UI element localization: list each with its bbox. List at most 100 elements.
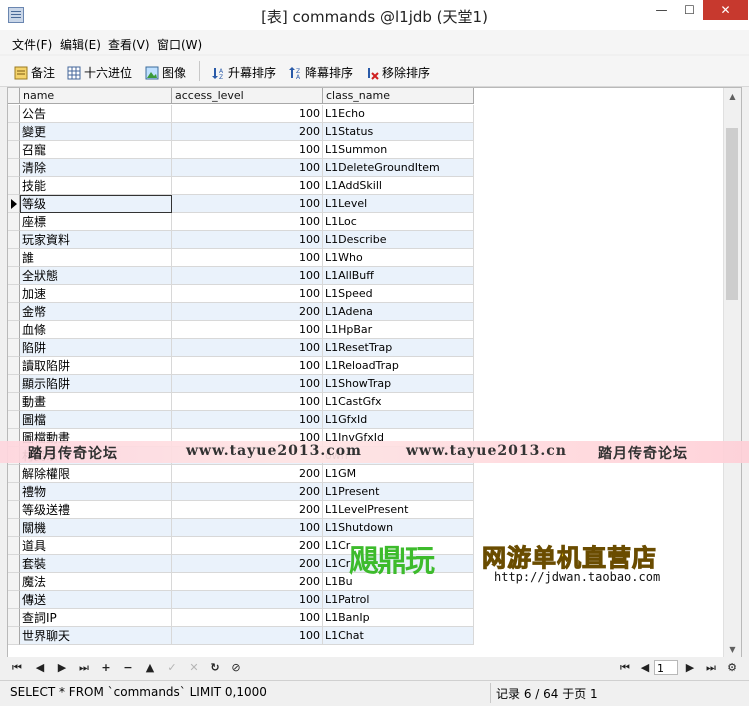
table-row[interactable]: 召寵 100 L1Summon: [8, 141, 474, 159]
table-row[interactable]: 讀取陷阱 100 L1ReloadTrap: [8, 357, 474, 375]
cell-name[interactable]: 道具: [20, 537, 172, 555]
table-row[interactable]: 世界聊天 100 L1Chat: [8, 627, 474, 645]
add-record-icon[interactable]: +: [99, 661, 113, 674]
cell-access-level[interactable]: 100: [172, 375, 323, 393]
row-indicator[interactable]: [8, 267, 20, 285]
row-indicator[interactable]: [8, 501, 20, 519]
minimize-button[interactable]: —: [648, 0, 675, 20]
apply-check-icon[interactable]: ✓: [165, 661, 179, 674]
prev-page-icon[interactable]: ◀: [638, 661, 652, 674]
row-indicator[interactable]: [8, 213, 20, 231]
cell-class-name[interactable]: L1GfxId: [323, 411, 474, 429]
maximize-button[interactable]: ☐: [676, 0, 703, 20]
row-indicator[interactable]: [8, 123, 20, 141]
cell-access-level[interactable]: 100: [172, 249, 323, 267]
table-row[interactable]: 加速 100 L1Speed: [8, 285, 474, 303]
cell-class-name[interactable]: L1AllBuff: [323, 267, 474, 285]
last-record-icon[interactable]: ⏭: [77, 661, 91, 675]
cell-access-level[interactable]: 100: [172, 393, 323, 411]
table-row[interactable]: 誰 100 L1Who: [8, 249, 474, 267]
table-row[interactable]: 等级 100 L1Level: [8, 195, 474, 213]
up-icon[interactable]: ▲: [143, 661, 157, 674]
table-row[interactable]: 顯示陷阱 100 L1ShowTrap: [8, 375, 474, 393]
table-row[interactable]: 玩家資料 100 L1Describe: [8, 231, 474, 249]
column-header-class-name[interactable]: class_name: [323, 88, 474, 104]
cell-class-name[interactable]: L1Present: [323, 483, 474, 501]
refresh-icon[interactable]: ↻: [208, 661, 222, 674]
cell-class-name[interactable]: L1DeleteGroundItem: [323, 159, 474, 177]
cell-class-name[interactable]: L1AddSkill: [323, 177, 474, 195]
cell-access-level[interactable]: 100: [172, 519, 323, 537]
cell-access-level[interactable]: 100: [172, 195, 323, 213]
cell-name[interactable]: 公告: [20, 105, 172, 123]
cell-class-name[interactable]: L1ShowTrap: [323, 375, 474, 393]
column-header-name[interactable]: name: [20, 88, 172, 104]
row-indicator[interactable]: [8, 627, 20, 645]
table-row[interactable]: 清除 100 L1DeleteGroundItem: [8, 159, 474, 177]
stop-icon[interactable]: ⊘: [229, 661, 243, 674]
cell-name[interactable]: 關機: [20, 519, 172, 537]
cell-access-level[interactable]: 200: [172, 303, 323, 321]
row-indicator[interactable]: [8, 177, 20, 195]
cell-name[interactable]: 魔法: [20, 573, 172, 591]
cell-access-level[interactable]: 100: [172, 609, 323, 627]
row-indicator[interactable]: [8, 573, 20, 591]
menu-file[interactable]: 文件(F): [12, 36, 52, 53]
cell-access-level[interactable]: 200: [172, 573, 323, 591]
table-row[interactable]: 血條 100 L1HpBar: [8, 321, 474, 339]
cell-name[interactable]: 清除: [20, 159, 172, 177]
settings-icon[interactable]: ⚙: [725, 661, 739, 674]
cell-class-name[interactable]: L1ResetTrap: [323, 339, 474, 357]
row-indicator[interactable]: [8, 285, 20, 303]
cell-class-name[interactable]: L1Loc: [323, 213, 474, 231]
delete-record-icon[interactable]: −: [121, 661, 135, 674]
table-row[interactable]: 傳送 100 L1Patrol: [8, 591, 474, 609]
cell-access-level[interactable]: 100: [172, 411, 323, 429]
table-row[interactable]: 等级送禮 200 L1LevelPresent: [8, 501, 474, 519]
cell-name[interactable]: 套裝: [20, 555, 172, 573]
cell-access-level[interactable]: 100: [172, 231, 323, 249]
menu-edit[interactable]: 编辑(E): [60, 36, 101, 53]
cell-access-level[interactable]: 100: [172, 159, 323, 177]
cell-name[interactable]: 陷阱: [20, 339, 172, 357]
cell-name[interactable]: 玩家資料: [20, 231, 172, 249]
cell-class-name[interactable]: L1Summon: [323, 141, 474, 159]
cell-access-level[interactable]: 200: [172, 123, 323, 141]
sort-desc-button[interactable]: ZA 降幕排序: [288, 64, 353, 81]
cell-class-name[interactable]: L1Patrol: [323, 591, 474, 609]
cell-class-name[interactable]: L1Who: [323, 249, 474, 267]
cell-class-name[interactable]: L1Status: [323, 123, 474, 141]
cell-name[interactable]: 傳送: [20, 591, 172, 609]
cell-name[interactable]: 誰: [20, 249, 172, 267]
table-row[interactable]: 公告 100 L1Echo: [8, 105, 474, 123]
table-row[interactable]: 動畫 100 L1CastGfx: [8, 393, 474, 411]
table-row[interactable]: 技能 100 L1AddSkill: [8, 177, 474, 195]
cell-access-level[interactable]: 200: [172, 537, 323, 555]
first-record-icon[interactable]: ⏮: [10, 661, 24, 675]
cell-access-level[interactable]: 100: [172, 321, 323, 339]
sort-asc-button[interactable]: AZ 升幕排序: [211, 64, 276, 81]
last-page-icon[interactable]: ⏭: [704, 661, 718, 675]
memo-button[interactable]: 备注: [14, 64, 55, 80]
row-indicator[interactable]: [8, 375, 20, 393]
scroll-up-icon[interactable]: ▲: [724, 88, 741, 105]
cell-name[interactable]: 圖檔: [20, 411, 172, 429]
cell-access-level[interactable]: 100: [172, 267, 323, 285]
cell-name[interactable]: 禮物: [20, 483, 172, 501]
table-row[interactable]: 變更 200 L1Status: [8, 123, 474, 141]
cancel-x-icon[interactable]: ✕: [187, 661, 201, 674]
table-row[interactable]: 查詞IP 100 L1BanIp: [8, 609, 474, 627]
cell-class-name[interactable]: L1GM: [323, 465, 474, 483]
cell-name[interactable]: 世界聊天: [20, 627, 172, 645]
row-indicator[interactable]: [8, 339, 20, 357]
next-record-icon[interactable]: ▶: [55, 661, 69, 674]
next-page-icon[interactable]: ▶: [683, 661, 697, 674]
row-indicator[interactable]: [8, 483, 20, 501]
row-indicator[interactable]: [8, 249, 20, 267]
row-indicator[interactable]: [8, 357, 20, 375]
cell-access-level[interactable]: 100: [172, 213, 323, 231]
cell-class-name[interactable]: L1Adena: [323, 303, 474, 321]
row-indicator[interactable]: [8, 393, 20, 411]
row-indicator[interactable]: [8, 591, 20, 609]
scroll-down-icon[interactable]: ▼: [724, 641, 741, 658]
